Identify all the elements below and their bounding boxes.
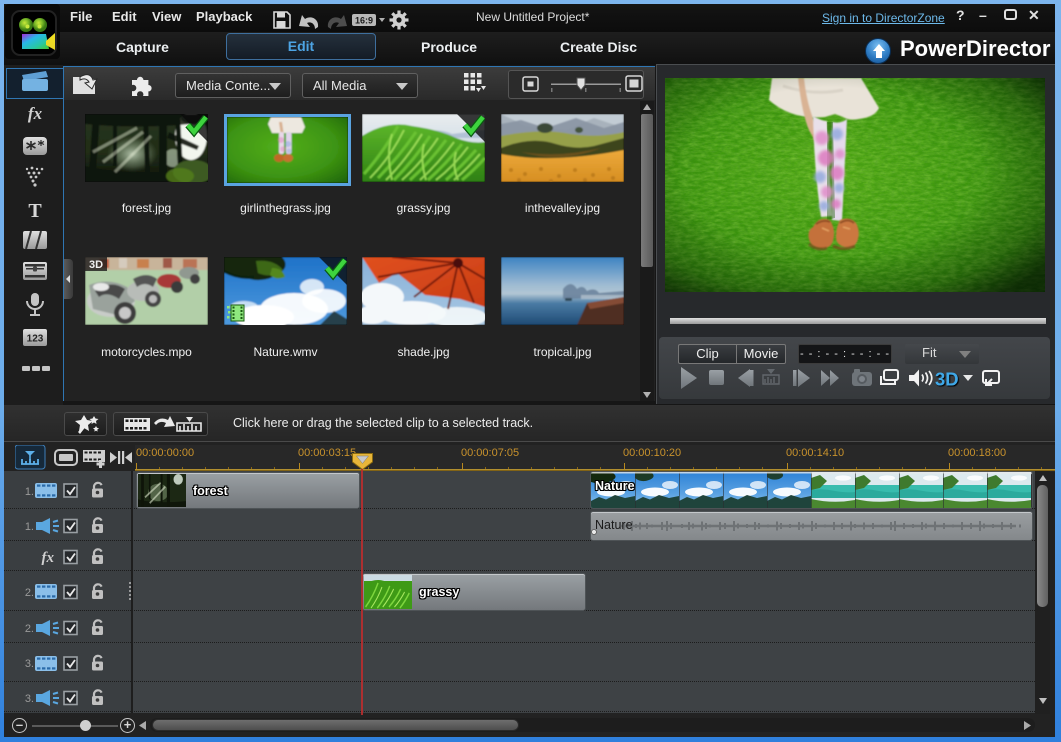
svg-text:fx: fx <box>28 104 43 123</box>
svg-text:3D: 3D <box>89 259 103 271</box>
svg-text:T: T <box>28 200 42 222</box>
svg-text:3D: 3D <box>935 369 959 390</box>
svg-text:123: 123 <box>27 334 44 345</box>
svg-text:16:9: 16:9 <box>355 16 373 26</box>
